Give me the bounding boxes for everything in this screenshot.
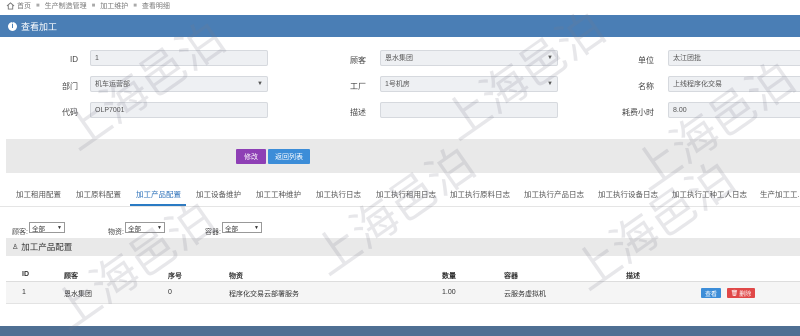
col-desc: 描述: [626, 273, 640, 280]
col-material: 物资: [229, 273, 243, 280]
dept-label: 部门: [62, 82, 78, 91]
dept-value: 机车运营部: [95, 81, 130, 88]
product-config-table: ID 顾客 序号 物资 数量 容器 描述 1 恩水集团 0 程序化交易云部署服务…: [6, 266, 800, 304]
chevron-down-icon: ▼: [257, 81, 263, 87]
delete-button[interactable]: 🗑 删除: [727, 288, 755, 298]
chevron-down-icon: ▼: [547, 55, 553, 61]
breadcrumb-production[interactable]: 生产制造管理: [45, 1, 87, 11]
info-icon: i: [8, 21, 17, 31]
material-filter-label: 物资:: [108, 229, 124, 236]
code-value: OLP7001: [95, 106, 125, 114]
tab-exec-log[interactable]: 加工执行日志: [316, 189, 361, 200]
tab-exec-worker-log[interactable]: 加工执行工种工人日志: [672, 189, 747, 200]
breadcrumb-current: 查看明细: [141, 3, 170, 10]
cell-qty: 1.00: [442, 289, 456, 296]
customer-value: 恩水集团: [385, 55, 413, 62]
filter-bar: 顾客: 全部 ▼ 物资: 全部 ▼ 容器: 全部 ▼: [0, 219, 800, 236]
back-to-list-button[interactable]: 返回列表: [268, 149, 310, 164]
dept-select[interactable]: 机车运营部 ▼: [90, 76, 268, 92]
breadcrumb-process[interactable]: 加工维护: [100, 1, 128, 11]
customer-filter-value: 全部: [32, 225, 45, 233]
chevron-down-icon: ▼: [254, 225, 259, 231]
code-label: 代码: [62, 108, 78, 117]
material-filter-value: 全部: [128, 225, 141, 233]
hours-label: 耗费小时: [622, 108, 654, 117]
trash-icon: 🗑: [730, 290, 739, 297]
chevron-down-icon: ▼: [157, 225, 162, 231]
unit-field[interactable]: 太江团批: [668, 50, 800, 66]
factory-value: 1号机房: [385, 81, 410, 88]
cell-container: 云服务虚拟机: [504, 291, 546, 298]
footer-bar: [0, 326, 800, 336]
cell-material: 程序化交易云部署服务: [229, 291, 299, 298]
user-list-icon: ♙: [12, 244, 19, 251]
container-filter-value: 全部: [225, 225, 238, 233]
name-field[interactable]: 上线程序化交易: [668, 76, 800, 92]
unit-value: 太江团批: [673, 55, 701, 62]
code-field[interactable]: OLP7001: [90, 102, 268, 118]
breadcrumb-home[interactable]: 首页: [17, 1, 31, 11]
tab-bar: 加工租用配置 加工原料配置 加工产品配置 加工设备维护 加工工种维护 加工执行日…: [0, 183, 800, 207]
tab-worktype-maint[interactable]: 加工工种维护: [256, 189, 301, 200]
desc-field[interactable]: [380, 102, 558, 118]
delete-label: 删除: [739, 291, 752, 298]
table-row[interactable]: 1 恩水集团 0 程序化交易云部署服务 1.00 云服务虚拟机 查看 🗑 删除: [6, 282, 800, 304]
breadcrumb-separator: ■: [133, 3, 137, 9]
customer-label: 顾客: [350, 56, 366, 65]
customer-filter-label: 顾客:: [12, 229, 28, 236]
cell-id: 1: [22, 289, 26, 296]
home-icon[interactable]: [6, 2, 15, 10]
tab-equipment-maint[interactable]: 加工设备维护: [196, 189, 241, 200]
active-tab-indicator: [130, 204, 186, 206]
tab-exec-material-log[interactable]: 加工执行原料日志: [450, 189, 510, 200]
customer-filter-select[interactable]: 全部 ▼: [29, 222, 65, 233]
id-field[interactable]: 1: [90, 50, 268, 66]
hours-field[interactable]: 8.00: [668, 102, 800, 118]
id-label: ID: [70, 55, 78, 64]
col-customer: 顾客: [64, 273, 78, 280]
panel-header: i 查看加工: [0, 15, 800, 37]
name-label: 名称: [638, 82, 654, 91]
factory-label: 工厂: [350, 82, 366, 91]
chevron-down-icon: ▼: [57, 225, 62, 231]
tab-exec-rental-log[interactable]: 加工执行租用日志: [376, 189, 436, 200]
col-container: 容器: [504, 273, 518, 280]
action-bar: 修改 返回列表: [6, 139, 800, 173]
section-title: 加工产品配置: [21, 242, 73, 252]
col-id: ID: [22, 271, 29, 278]
tab-product-config[interactable]: 加工产品配置: [136, 189, 181, 200]
customer-select[interactable]: 恩水集团 ▼: [380, 50, 558, 66]
col-seq: 序号: [168, 273, 182, 280]
breadcrumb-separator: ■: [36, 3, 40, 9]
breadcrumb: 首页 ■ 生产制造管理 ■ 加工维护 ■ 查看明细: [0, 0, 800, 12]
id-value: 1: [95, 54, 99, 62]
unit-label: 单位: [638, 56, 654, 65]
tab-exec-product-log[interactable]: 加工执行产品日志: [524, 189, 584, 200]
cell-customer: 恩水集团: [64, 291, 92, 298]
factory-select[interactable]: 1号机房 ▼: [380, 76, 558, 92]
container-filter-label: 容器:: [205, 229, 221, 236]
material-filter-select[interactable]: 全部 ▼: [125, 222, 165, 233]
edit-button[interactable]: 修改: [236, 149, 266, 164]
view-button[interactable]: 查看: [701, 288, 721, 298]
tab-material-config[interactable]: 加工原料配置: [76, 189, 121, 200]
panel-title: 查看加工: [21, 21, 58, 32]
tab-more[interactable]: 生产加工工...: [760, 189, 800, 200]
desc-label: 描述: [350, 108, 366, 117]
hours-value: 8.00: [673, 106, 687, 114]
table-header: ID 顾客 序号 物资 数量 容器 描述: [6, 266, 800, 282]
col-qty: 数量: [442, 273, 456, 280]
tab-rental-config[interactable]: 加工租用配置: [16, 189, 61, 200]
breadcrumb-separator: ■: [91, 3, 96, 9]
detail-form: ID 1 顾客 恩水集团 ▼ 单位 太江团批 部门 机车运营部 ▼ 工厂 1号机房 ▼…: [0, 37, 800, 137]
section-header: ♙ 加工产品配置: [6, 238, 800, 256]
container-filter-select[interactable]: 全部 ▼: [222, 222, 262, 233]
chevron-down-icon: ▼: [547, 81, 553, 87]
cell-seq: 0: [168, 289, 172, 296]
name-value: 上线程序化交易: [673, 81, 722, 88]
tab-exec-equipment-log[interactable]: 加工执行设备日志: [598, 189, 658, 200]
